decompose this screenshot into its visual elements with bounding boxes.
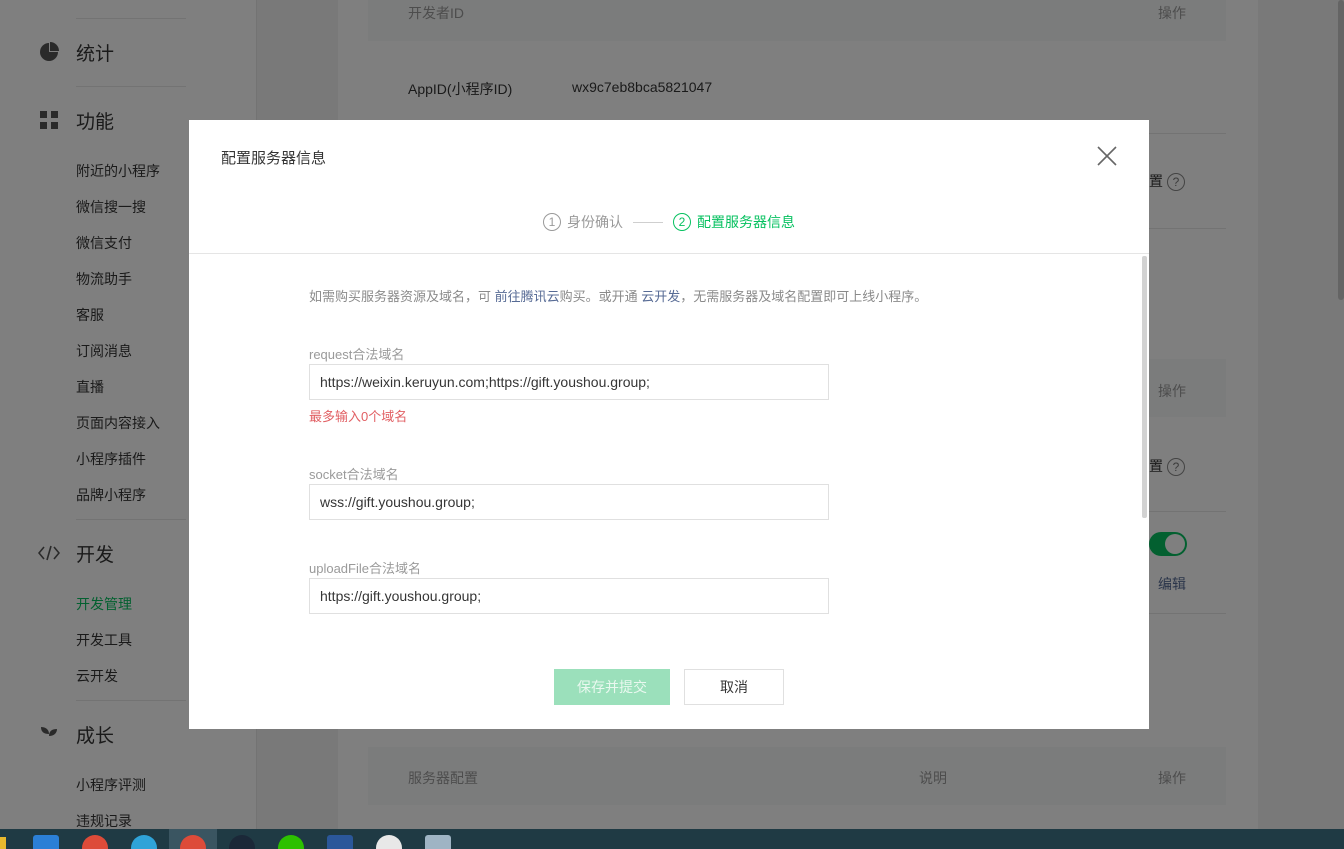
purchase-notice: 如需购买服务器资源及域名，可 前往腾讯云购买。或开通 云开发，无需服务器及域名配… bbox=[309, 286, 927, 305]
step-label: 配置服务器信息 bbox=[697, 214, 795, 230]
step-number: 1 bbox=[543, 213, 561, 231]
request-domain-error: 最多输入0个域名 bbox=[309, 409, 408, 424]
chrome-icon[interactable] bbox=[82, 835, 108, 849]
request-domain-input[interactable]: https://weixin.keruyun.com;https://gift.… bbox=[309, 364, 829, 400]
step-indicator: 1 身份确认 2 配置服务器信息 bbox=[189, 212, 1149, 232]
request-domain-label: request合法域名 bbox=[309, 347, 405, 362]
app-icon[interactable] bbox=[425, 835, 451, 849]
steam-icon[interactable] bbox=[229, 835, 255, 849]
word-icon[interactable] bbox=[327, 835, 353, 849]
close-button[interactable] bbox=[1095, 144, 1119, 168]
step-number: 2 bbox=[673, 213, 691, 231]
tencent-cloud-link[interactable]: 前往腾讯云 bbox=[495, 289, 560, 304]
folder-icon[interactable] bbox=[0, 837, 6, 849]
wechat-icon[interactable] bbox=[278, 835, 304, 849]
step-config-server: 2 配置服务器信息 bbox=[673, 212, 795, 232]
cancel-button[interactable]: 取消 bbox=[684, 669, 784, 705]
step-identity: 1 身份确认 bbox=[543, 212, 623, 232]
cloud-dev-link[interactable]: 云开发 bbox=[641, 289, 680, 304]
dialog-scrollbar[interactable] bbox=[1142, 256, 1147, 518]
notice-text: 购买。或开通 bbox=[559, 289, 642, 304]
step-label: 身份确认 bbox=[567, 214, 623, 230]
dialog-header-divider bbox=[189, 253, 1149, 254]
socket-domain-input[interactable]: wss://gift.youshou.group; bbox=[309, 484, 829, 520]
notice-text: ，无需服务器及域名配置即可上线小程序。 bbox=[680, 289, 928, 304]
mail-icon[interactable] bbox=[33, 835, 59, 849]
config-server-dialog: 配置服务器信息 1 身份确认 2 配置服务器信息 如需购买服务器资源及域名，可 … bbox=[189, 120, 1149, 729]
step-connector bbox=[633, 221, 663, 223]
devtools-icon[interactable] bbox=[376, 835, 402, 849]
close-icon bbox=[1097, 146, 1117, 166]
notice-text: 如需购买服务器资源及域名，可 bbox=[309, 289, 495, 304]
edge-icon[interactable] bbox=[131, 835, 157, 849]
socket-domain-label: socket合法域名 bbox=[309, 467, 399, 482]
upload-domain-label: uploadFile合法域名 bbox=[309, 561, 421, 576]
save-submit-button[interactable]: 保存并提交 bbox=[554, 669, 670, 705]
upload-domain-input[interactable]: https://gift.youshou.group; bbox=[309, 578, 829, 614]
os-taskbar bbox=[0, 829, 1344, 849]
dialog-title: 配置服务器信息 bbox=[221, 150, 327, 167]
